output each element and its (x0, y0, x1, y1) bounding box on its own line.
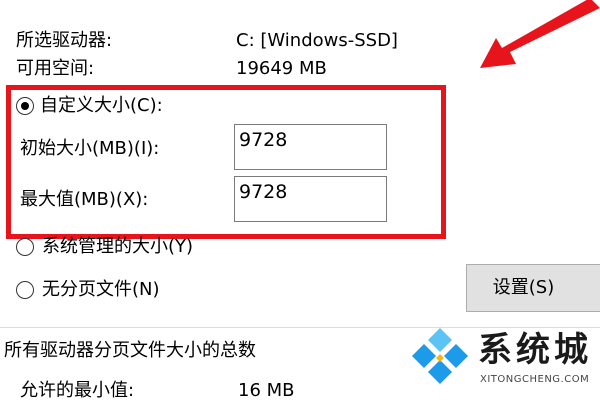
system-managed-radio[interactable] (16, 238, 34, 256)
selected-drive-value: C: [Windows-SSD] (236, 30, 398, 51)
selected-drive-label: 所选驱动器: (16, 30, 113, 51)
available-space-value: 19649 MB (236, 58, 327, 79)
highlight-box (6, 85, 446, 239)
watermark-text: 系统城 (478, 330, 592, 370)
minimum-allowed-value: 16 MB (238, 380, 295, 401)
minimum-allowed-label: 允许的最小值: (20, 380, 135, 401)
no-paging-file-label[interactable]: 无分页文件(N) (42, 279, 160, 301)
diamond-logo-icon (412, 328, 468, 384)
red-arrow-icon (480, 0, 600, 68)
available-space-label: 可用空间: (16, 58, 95, 79)
section-divider (0, 327, 600, 328)
no-paging-file-radio[interactable] (16, 281, 34, 299)
set-button[interactable]: 设置(S) (466, 264, 600, 312)
totals-section-title: 所有驱动器分页文件大小的总数 (4, 340, 256, 361)
watermark-url: XITONGCHENG.COM (480, 374, 590, 385)
system-managed-label[interactable]: 系统管理的大小(Y) (42, 236, 193, 258)
